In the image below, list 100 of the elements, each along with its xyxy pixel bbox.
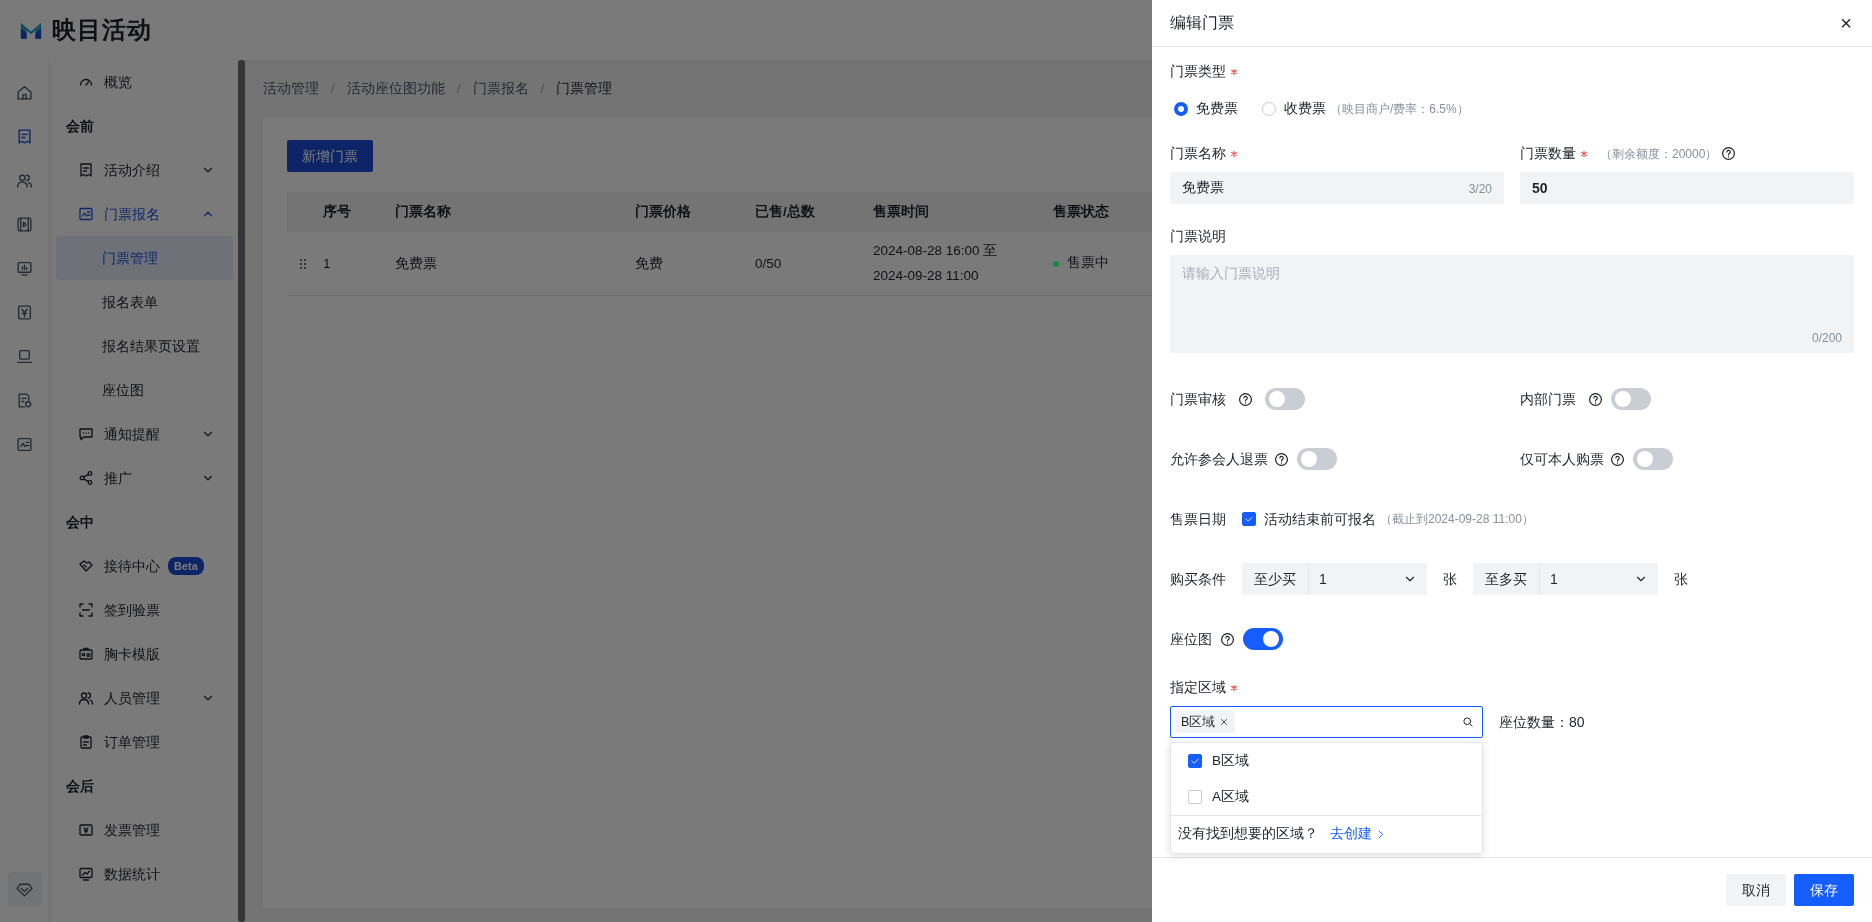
column-header: 门票价格 [635,204,691,220]
status-text: 售票中 [1067,254,1109,273]
field-label: 门票类型 [1170,62,1226,81]
radio-option[interactable]: 收费票 [1262,98,1326,119]
check-icon [1244,514,1254,524]
field-label: 仅可本人购票 [1520,449,1604,469]
breadcrumb-link[interactable]: 活动管理 [263,78,319,100]
menu-item[interactable]: 推广 [56,456,233,500]
save-button[interactable]: 保存 [1794,874,1854,906]
unit-label: 张 [1443,569,1457,589]
menu-item[interactable]: 订单管理 [56,720,233,764]
field-label: 门票说明 [1170,227,1226,246]
clipboard-icon [78,734,94,750]
toggle-switch[interactable] [1611,388,1651,410]
help-icon [1588,391,1603,407]
menu-item[interactable]: 通知提醒 [56,412,233,456]
menu-group-title: 会中 [65,512,95,532]
field-label: 购买条件 [1170,569,1226,589]
toggle-switch[interactable] [1243,628,1283,650]
column-header: 售票状态 [1053,204,1109,220]
table-cell-text: 2024-09-28 11:00 [873,266,980,285]
scan-icon [78,602,94,618]
menu-item[interactable]: 胸卡模版 [56,632,233,676]
scrollbar[interactable] [238,60,245,922]
field-label: 指定区域 [1170,678,1226,697]
field-label: 售票日期 [1170,509,1226,529]
breadcrumb-separator: / [456,79,461,98]
monitor-chart-icon [78,866,94,882]
menu-item[interactable]: 概览 [56,60,233,104]
create-link[interactable]: 去创建 [1330,824,1386,845]
add-ticket-button[interactable]: 新增门票 [287,140,373,172]
toggle-switch[interactable] [1265,388,1305,410]
ticket-icon [78,162,94,178]
toggle-switch[interactable] [1297,448,1337,470]
menu-item[interactable]: 人员管理 [56,676,233,720]
quantity-select[interactable]: 1 [1540,563,1658,595]
submenu-item[interactable]: 座位图 [56,368,233,412]
close-button[interactable]: × [1838,13,1854,33]
submenu-item[interactable]: 报名结果页设置 [56,324,233,368]
quantity-select[interactable]: 1 [1309,563,1427,595]
dropdown-option[interactable]: B区域 [1171,743,1482,779]
submenu-item[interactable]: 门票管理 [56,236,233,280]
hint-text: 没有找到想要的区域？ [1178,825,1318,844]
picture-card-icon [16,435,33,453]
help-icon [1721,146,1737,161]
menu-item[interactable]: 活动介绍 [56,148,233,192]
quantity-input-field[interactable]: 50 [1520,172,1854,204]
menu-item[interactable]: 门票报名 [56,192,233,236]
invoice-icon [78,822,94,838]
share-icon [78,470,94,486]
checkbox-option[interactable]: 活动结束前可报名 [1242,508,1376,530]
char-counter: 0/200 [1811,330,1842,347]
breadcrumb-separator: / [540,79,545,98]
drawer-title: 编辑门票 [1170,13,1234,33]
badge-card-icon [78,646,94,662]
field-label: 内部门票 [1520,389,1576,409]
field-label: 门票审核 [1170,389,1226,409]
help-icon [1610,451,1625,467]
document-gear-icon [16,391,33,409]
menu-group-title: 会后 [65,776,95,796]
menu-item[interactable]: 数据统计 [56,852,233,896]
breadcrumb-current: 门票管理 [556,79,613,98]
menu-group-title: 会前 [65,116,95,136]
table-cell: 免费票 [395,255,437,271]
ticket-icon [16,127,33,145]
unit-label: 张 [1674,569,1688,589]
field-label: 允许参会人退票 [1170,449,1268,469]
selected-tag[interactable]: B区域 [1175,710,1236,734]
note-text: （映目商户/费率：6.5%） [1330,100,1469,118]
region-select[interactable]: B区域 [1170,706,1483,738]
remove-icon [1219,717,1230,727]
column-header: 售票时间 [873,204,929,220]
home-icon [16,83,33,101]
cancel-button[interactable]: 取消 [1726,874,1786,906]
help-icon [1274,451,1289,467]
toggle-switch[interactable] [1633,448,1673,470]
note-text: （剩余额度：20000） [1600,145,1718,163]
table-cell: 1 [323,255,331,271]
video-icon [16,215,33,233]
field-label: 座位图 [1170,629,1212,649]
menu-item[interactable]: 签到验票 [56,588,233,632]
nav-rail-button[interactable] [7,872,42,906]
select-prefix: 至多买 [1473,563,1540,595]
column-header: 序号 [323,204,351,220]
breadcrumb-link[interactable]: 门票报名 [472,78,529,100]
table-cell: 免费 [635,255,663,271]
breadcrumb-link[interactable]: 活动座位图功能 [346,78,445,100]
drag-handle-icon [297,257,309,270]
submenu-item[interactable]: 报名表单 [56,280,233,324]
table-cell: 0/50 [755,255,782,271]
menu-item[interactable]: 接待中心 Beta [56,544,233,588]
radio-option[interactable]: 免费票 [1174,98,1238,119]
field-label: 门票名称 [1170,144,1226,163]
menu-item[interactable]: 发票管理 [56,808,233,852]
column-header: 已售/总数 [755,204,815,220]
laptop-icon [16,347,33,365]
select-prefix: 至少买 [1242,563,1309,595]
search-icon [1462,716,1474,728]
people-icon [78,690,94,706]
dropdown-option[interactable]: A区域 [1171,779,1482,815]
